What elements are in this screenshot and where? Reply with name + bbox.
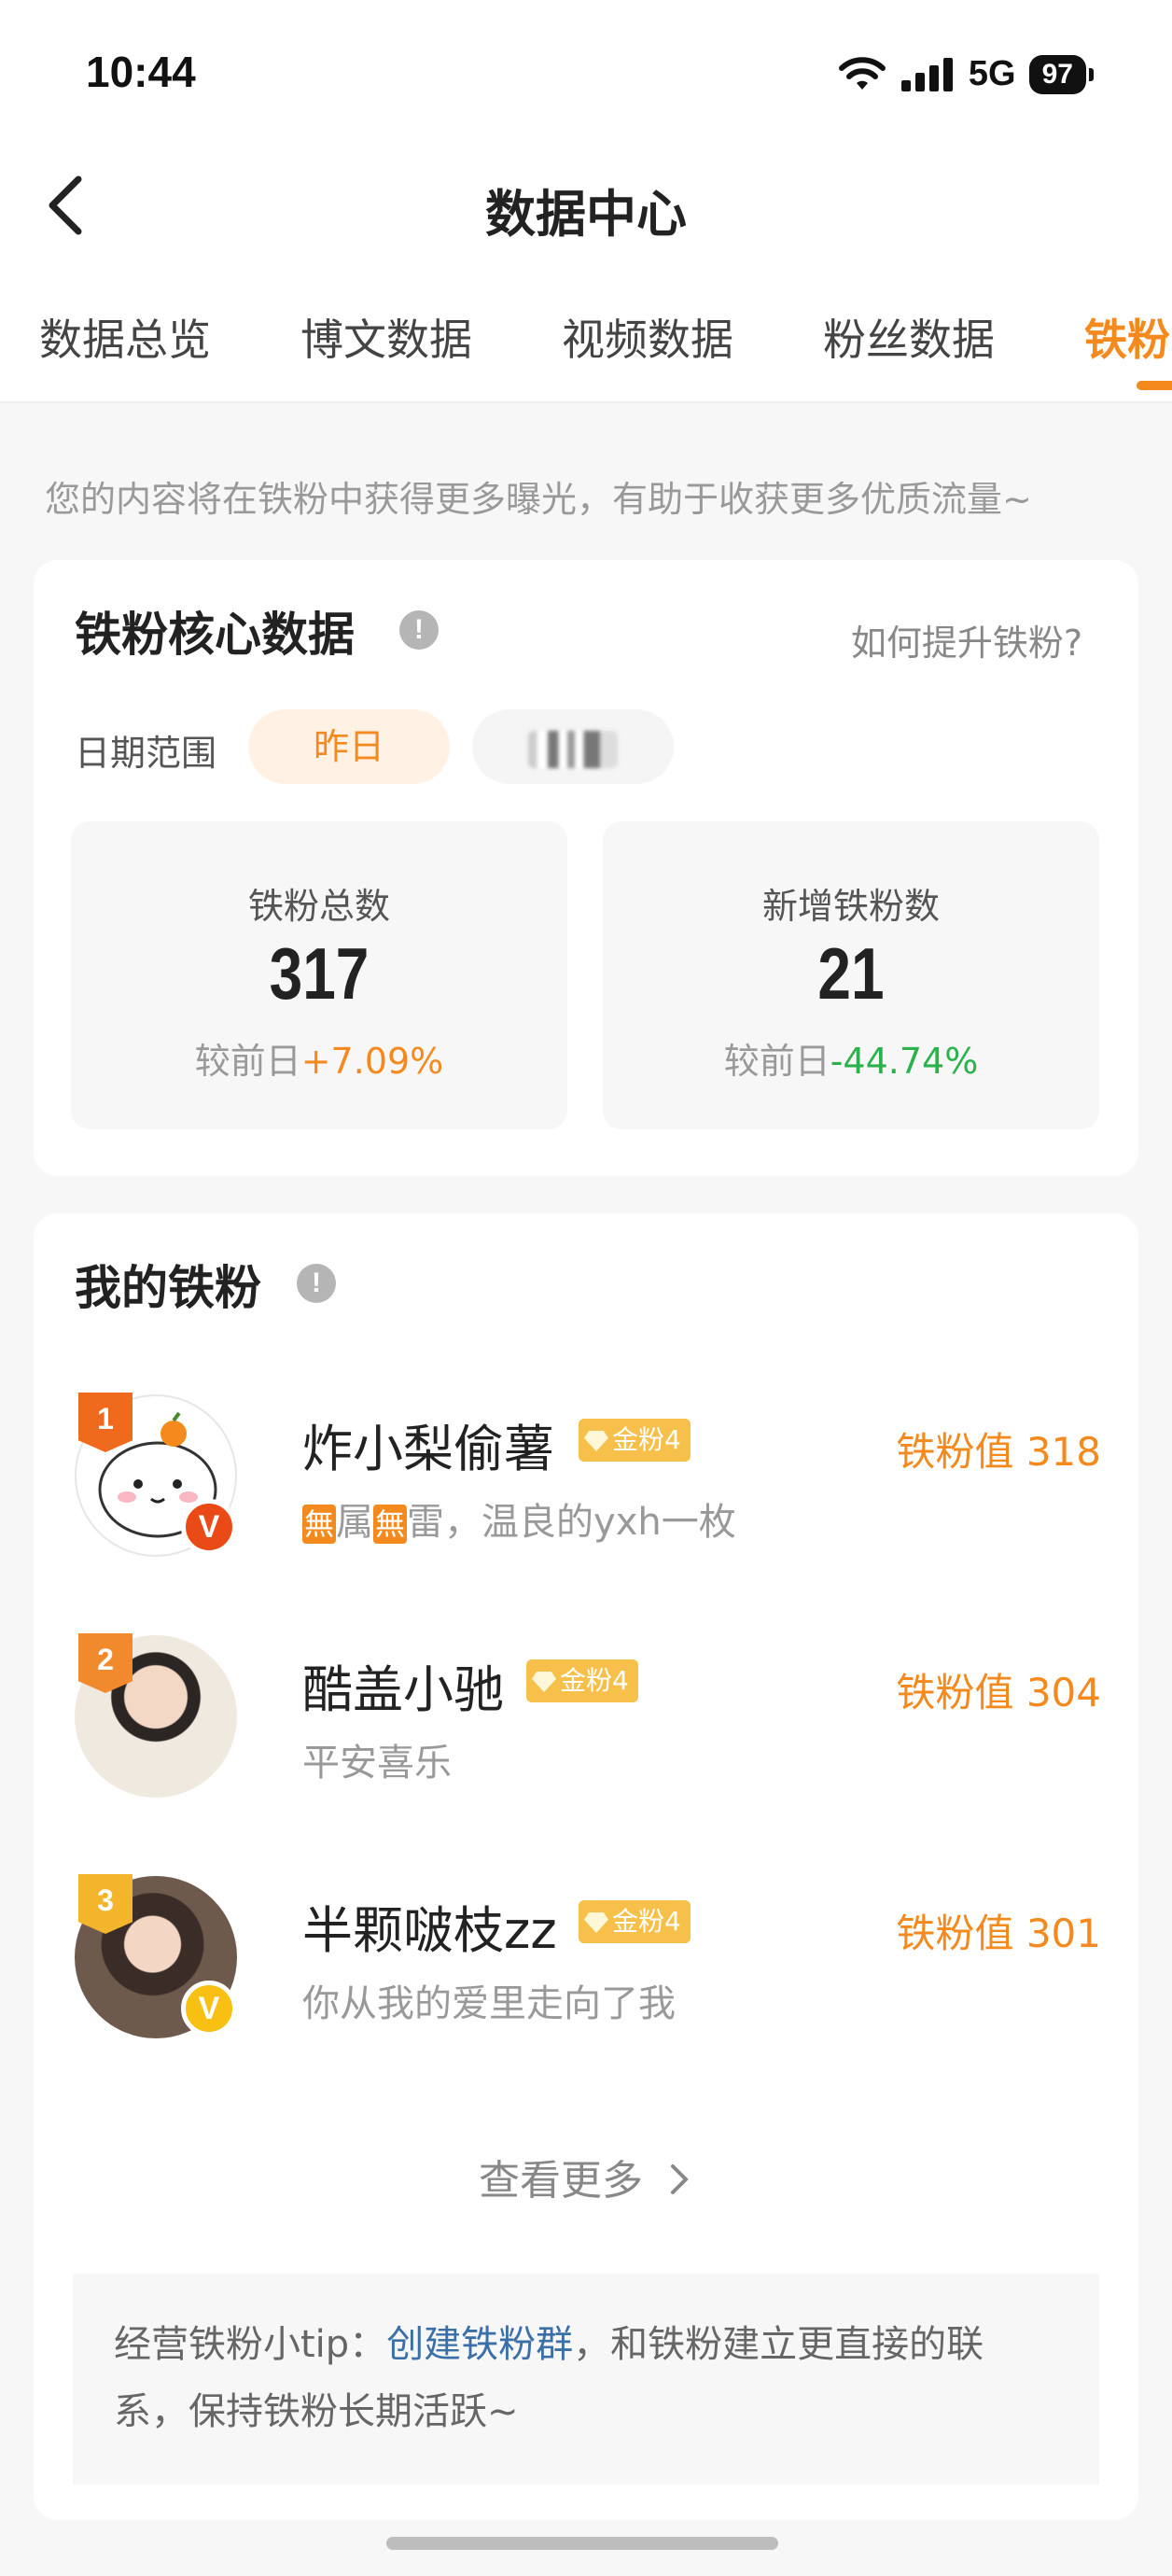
gold-fan-badge: 金粉4 (579, 1900, 691, 1943)
change-percent: -44.74% (830, 1041, 979, 1082)
gem-icon (584, 1431, 608, 1451)
stat-value: 317 (269, 932, 370, 1015)
stat-new-fans[interactable]: 新增铁粉数 21 较前日-44.74% (603, 821, 1099, 1129)
tab-overview[interactable]: 数据总览 (39, 306, 211, 368)
fan-score: 铁粉值 304 (896, 1670, 1101, 1715)
chevron-right-icon (671, 2164, 689, 2194)
core-data-title: 铁粉核心数据 (75, 608, 355, 662)
fan-score: 铁粉值 318 (896, 1429, 1101, 1475)
date-range-label: 日期范围 (75, 733, 217, 774)
nav-bar: 数据中心 (0, 140, 1172, 271)
tab-fans-data[interactable]: 粉丝数据 (823, 306, 995, 368)
tab-bar: 数据总览 博文数据 视频数据 粉丝数据 铁粉 (0, 271, 1172, 403)
verified-v-icon: V (181, 1981, 237, 2037)
stat-label: 铁粉总数 (247, 886, 390, 927)
gem-icon (532, 1672, 556, 1692)
active-tab-indicator (1137, 381, 1172, 390)
view-more-button[interactable]: 查看更多 (34, 2147, 1138, 2206)
stat-change: 较前日+7.09% (194, 1041, 444, 1082)
core-data-card: 铁粉核心数据 ! 如何提升铁粉? 日期范围 昨日 铁粉总数 317 较前日+7.… (34, 560, 1138, 1176)
fan-bio: 平安喜乐 (302, 1742, 452, 1785)
fan-name[interactable]: 炸小梨偷薯 (302, 1407, 554, 1481)
stat-value: 21 (817, 932, 885, 1015)
battery-icon: 97 (1028, 54, 1095, 94)
rank-badge: 1 (78, 1393, 133, 1452)
create-group-link[interactable]: 创建铁粉群 (386, 2323, 573, 2366)
fan-name[interactable]: 半颗啵枝zz (302, 1889, 557, 1963)
change-percent: +7.09% (300, 1041, 444, 1082)
tab-post-data[interactable]: 博文数据 (300, 306, 472, 368)
rank-badge: 3 (78, 1874, 133, 1934)
tab-iron-fans[interactable]: 铁粉 (1084, 306, 1170, 368)
fan-bio: 你从我的爱里走向了我 (302, 1982, 676, 2025)
my-fans-title: 我的铁粉 (75, 1261, 261, 1315)
gem-icon (584, 1912, 608, 1933)
status-time: 10:44 (86, 48, 196, 96)
tab-video-data[interactable]: 视频数据 (562, 306, 733, 368)
info-icon[interactable]: ! (297, 1264, 336, 1303)
exposure-hint: 您的内容将在铁粉中获得更多曝光，有助于收获更多优质流量~ (45, 479, 1032, 520)
status-icons: 5G 97 (838, 54, 1095, 94)
rank-badge: 2 (78, 1633, 133, 1693)
home-indicator[interactable] (386, 2537, 778, 2550)
how-to-improve-link[interactable]: 如何提升铁粉? (851, 614, 1082, 665)
stat-change: 较前日-44.74% (723, 1041, 979, 1082)
wifi-icon (838, 56, 886, 90)
fan-score: 铁粉值 301 (896, 1911, 1101, 1956)
fan-list-item[interactable]: 3 V 半颗啵枝zz 金粉4 铁粉值 301 你从我的爱里走向了我 (75, 1874, 1101, 2044)
network-type: 5G (968, 54, 1016, 93)
blurred-label (528, 730, 618, 768)
fan-bio: 無属無雷，温良的yxh一枚 (302, 1501, 736, 1544)
info-icon[interactable]: ! (399, 610, 439, 650)
stat-total-fans[interactable]: 铁粉总数 317 较前日+7.09% (71, 821, 567, 1129)
iron-fan-tip: 经营铁粉小tip：创建铁粉群，和铁粉建立更直接的联系，保持铁粉长期活跃~ (73, 2274, 1099, 2485)
date-chip-other[interactable] (472, 709, 674, 784)
verified-v-icon: V (181, 1499, 237, 1555)
status-bar: 10:44 5G 97 (0, 0, 1172, 140)
gold-fan-badge: 金粉4 (579, 1419, 691, 1462)
signal-icon (900, 57, 953, 91)
gold-fan-badge: 金粉4 (526, 1659, 638, 1702)
date-chip-yesterday[interactable]: 昨日 (248, 709, 450, 784)
fan-list-item[interactable]: 2 酷盖小驰 金粉4 铁粉值 304 平安喜乐 (75, 1633, 1101, 1803)
fan-name[interactable]: 酷盖小驰 (302, 1648, 504, 1722)
stat-label: 新增铁粉数 (761, 886, 940, 927)
my-fans-card: 我的铁粉 ! 1 V 炸小梨偷薯 金粉4 铁粉值 318 無属無雷，温良的yxh… (34, 1213, 1138, 2520)
page-title: 数据中心 (485, 185, 687, 244)
fan-list-item[interactable]: 1 V 炸小梨偷薯 金粉4 铁粉值 318 無属無雷，温良的yxh一枚 (75, 1393, 1101, 1562)
